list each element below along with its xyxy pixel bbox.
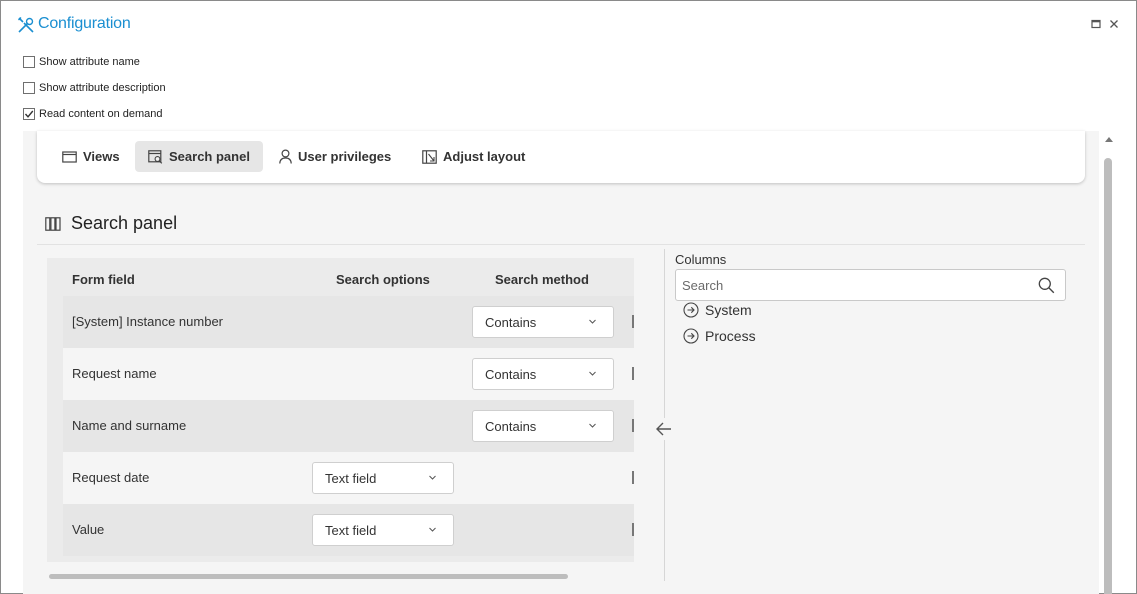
column-header-form-field: Form field [72, 272, 135, 287]
option-read-content-on-demand[interactable]: Read content on demand [23, 108, 163, 120]
window-title: Configuration [38, 15, 131, 32]
form-field-name: Name and surname [72, 418, 187, 433]
tree-item-system[interactable]: System [683, 302, 752, 318]
dropdown-value: Text field [325, 522, 377, 538]
tree-item-process[interactable]: Process [683, 328, 756, 344]
tab-user-privileges[interactable]: User privileges [266, 141, 404, 172]
scroll-up-arrow-icon[interactable] [1103, 134, 1115, 144]
tab-adjust-layout[interactable]: Adjust layout [409, 141, 538, 172]
tab-label: Views [83, 149, 120, 164]
column-header-search-method: Search method [495, 272, 589, 287]
vertical-scrollbar-thumb[interactable] [1104, 158, 1112, 594]
chevron-down-icon [589, 371, 596, 376]
form-field-name: [System] Instance number [72, 314, 224, 329]
table-row[interactable]: Request date Text field [63, 452, 634, 504]
table-row[interactable]: Request name Contains [63, 348, 634, 400]
checkbox[interactable] [23, 56, 35, 68]
panel-splitter[interactable] [664, 249, 665, 581]
tab-views[interactable]: Views [49, 141, 133, 172]
tree-item-label: System [705, 302, 752, 318]
arrow-circle-right-icon [683, 328, 699, 344]
search-fields-table: Form field Search options Search method … [47, 258, 634, 562]
dropdown-value: Contains [485, 418, 537, 434]
divider [37, 244, 1085, 245]
maximize-icon [1091, 19, 1101, 29]
option-show-attribute-description[interactable]: Show attribute description [23, 82, 166, 94]
delete-icon[interactable] [632, 419, 634, 432]
form-field-name: Request name [72, 366, 157, 381]
option-label: Read content on demand [39, 108, 163, 120]
option-show-attribute-name[interactable]: Show attribute name [23, 56, 140, 68]
section-header: Search panel [45, 213, 177, 234]
column-header-search-options: Search options [336, 272, 430, 287]
window-icon [62, 150, 77, 163]
columns-icon [45, 216, 61, 231]
table-row[interactable]: [System] Instance number Contains [63, 296, 634, 348]
tab-bar: Views Search panel User privileges Adjus… [37, 131, 1085, 183]
search-panel-icon [148, 149, 163, 164]
form-field-name: Request date [72, 470, 150, 485]
user-icon [279, 149, 292, 164]
checkbox-checked[interactable] [23, 108, 35, 120]
tab-label: Adjust layout [443, 149, 526, 164]
content-area: Views Search panel User privileges Adjus… [23, 131, 1099, 594]
arrow-left-icon[interactable] [653, 418, 675, 440]
chevron-down-icon [589, 319, 596, 324]
chevron-down-icon [429, 527, 436, 532]
tab-label: Search panel [169, 149, 250, 164]
chevron-down-icon [589, 423, 596, 428]
layout-icon [422, 149, 437, 164]
option-label: Show attribute description [39, 82, 166, 94]
columns-search-input[interactable] [676, 270, 1026, 300]
configuration-window: Configuration Show attribute name Show a… [0, 0, 1137, 594]
option-label: Show attribute name [39, 56, 140, 68]
search-method-dropdown[interactable]: Contains [472, 306, 614, 338]
close-icon [1110, 20, 1118, 28]
tab-search-panel[interactable]: Search panel [135, 141, 263, 172]
section-title: Search panel [71, 213, 178, 233]
chevron-down-icon [429, 475, 436, 480]
maximize-button[interactable] [1089, 17, 1103, 31]
checkmark-icon [24, 110, 34, 118]
search-method-dropdown[interactable]: Contains [472, 358, 614, 390]
search-icon[interactable] [1038, 277, 1055, 294]
columns-search-box[interactable] [675, 269, 1066, 301]
delete-icon[interactable] [632, 315, 634, 328]
tree-item-label: Process [705, 328, 756, 344]
dropdown-value: Contains [485, 314, 537, 330]
tools-icon [18, 17, 34, 33]
table-row[interactable]: Name and surname Contains [63, 400, 634, 452]
form-field-name: Value [72, 522, 105, 537]
close-button[interactable] [1107, 17, 1121, 31]
tab-label: User privileges [298, 149, 392, 164]
search-option-dropdown[interactable]: Text field [312, 462, 454, 494]
table-row[interactable]: Value Text field [63, 504, 634, 556]
dropdown-value: Contains [485, 366, 537, 382]
search-method-dropdown[interactable]: Contains [472, 410, 614, 442]
arrow-circle-right-icon [683, 302, 699, 318]
dropdown-value: Text field [325, 470, 377, 486]
search-option-dropdown[interactable]: Text field [312, 514, 454, 546]
table-header: Form field Search options Search method [47, 258, 634, 296]
delete-icon[interactable] [632, 523, 634, 536]
delete-icon[interactable] [632, 367, 634, 380]
columns-label: Columns [675, 252, 727, 267]
horizontal-scrollbar[interactable] [49, 574, 568, 579]
delete-icon[interactable] [632, 471, 634, 484]
checkbox[interactable] [23, 82, 35, 94]
